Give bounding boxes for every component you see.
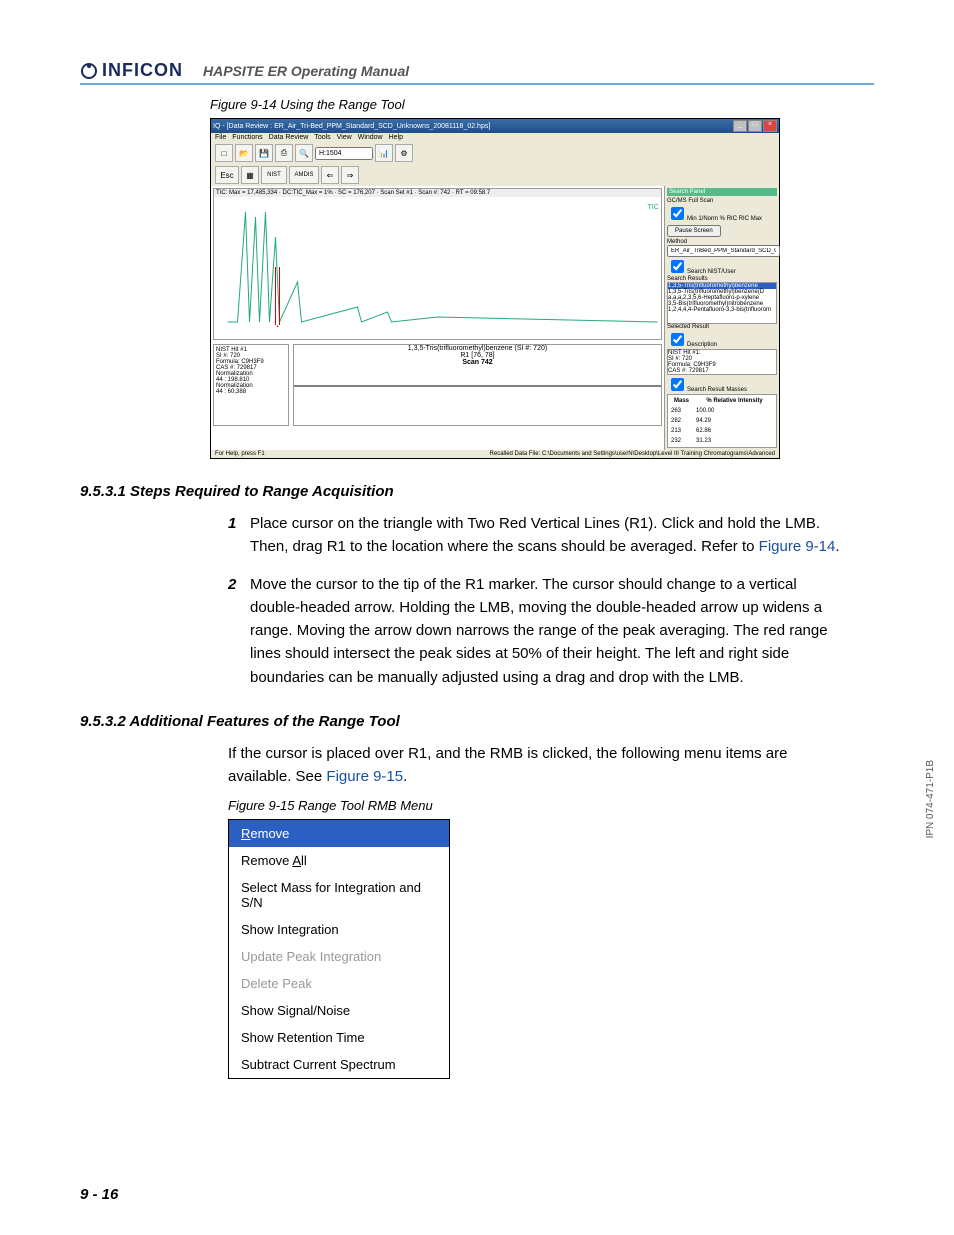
heading-9-5-3-1: 9.5.3.1 Steps Required to Range Acquisit… bbox=[80, 483, 874, 500]
description-box: NIST Hit #1: SI #: 720 Formula: C9H3F9 C… bbox=[667, 349, 777, 375]
rmb-menu: RemoveRemove AllSelect Mass for Integrat… bbox=[228, 819, 450, 1079]
nist-icon[interactable]: NIST bbox=[261, 166, 287, 184]
chart-icon[interactable]: 📊 bbox=[375, 144, 393, 162]
toolbar: □ 📂 💾 ⎙ 🔍 📊 ⚙ bbox=[211, 142, 779, 164]
page-number: 9 - 16 bbox=[80, 1186, 118, 1203]
figure-9-14-caption: Figure 9-14 Using the Range Tool bbox=[210, 97, 874, 112]
esc-icon[interactable]: Esc bbox=[215, 166, 239, 184]
logo-text: INFICON bbox=[102, 60, 183, 81]
menu-help[interactable]: Help bbox=[389, 134, 403, 141]
figure-9-14-link[interactable]: Figure 9-14 bbox=[759, 538, 836, 555]
arrow-right-icon[interactable]: ⇒ bbox=[341, 166, 359, 184]
new-icon[interactable]: □ bbox=[215, 144, 233, 162]
spectrum-info-panel: NIST Hit #1 SI #: 720 Formula: C9H3F9 CA… bbox=[213, 344, 289, 426]
search-panel: Search Panel GC/MS Full Scan Min 1/Norm … bbox=[664, 186, 779, 450]
method-field[interactable] bbox=[667, 245, 780, 257]
menu-data-review[interactable]: Data Review bbox=[269, 134, 309, 141]
toolbar-2: Esc ▦ NIST AMDIS ⇐ ⇒ bbox=[211, 164, 779, 186]
chromatogram-header: TIC: Max = 17,485,334 · DC:TIC_Max = 1% … bbox=[214, 189, 661, 197]
grid-icon[interactable]: ▦ bbox=[241, 166, 259, 184]
rmb-item[interactable]: Show Retention Time bbox=[229, 1024, 449, 1051]
settings-icon[interactable]: ⚙ bbox=[395, 144, 413, 162]
window-title: IQ - [Data Review : ER_Air_Tri-Bed_PPM_S… bbox=[213, 123, 490, 130]
masses-check[interactable] bbox=[671, 378, 684, 391]
minimize-button[interactable]: _ bbox=[733, 120, 747, 132]
heading-9-5-3-2: 9.5.3.2 Additional Features of the Range… bbox=[80, 713, 874, 730]
toolbar-field[interactable] bbox=[315, 147, 373, 160]
close-button[interactable]: × bbox=[763, 120, 777, 132]
zoom-icon[interactable]: 🔍 bbox=[295, 144, 313, 162]
menu-tools[interactable]: Tools bbox=[314, 134, 330, 141]
rmb-item: Delete Peak bbox=[229, 970, 449, 997]
side-label: IPN 074-471-P1B bbox=[925, 760, 936, 838]
rmb-item[interactable]: Remove All bbox=[229, 847, 449, 874]
manual-title: HAPSITE ER Operating Manual bbox=[203, 63, 409, 81]
rmb-item[interactable]: Show Integration bbox=[229, 916, 449, 943]
spectrum-r1: R1 [76, 78] bbox=[294, 352, 661, 359]
rmb-item[interactable]: Remove bbox=[229, 820, 449, 847]
status-right: Recalled Data File: C:\Documents and Set… bbox=[490, 451, 775, 457]
chromatogram-svg: TIC bbox=[214, 197, 661, 327]
rmb-item: Update Peak Integration bbox=[229, 943, 449, 970]
inficon-logo: INFICON bbox=[80, 60, 183, 81]
search-nist-check[interactable] bbox=[671, 260, 684, 273]
menu-functions[interactable]: Functions bbox=[232, 134, 262, 141]
min-norm-check[interactable] bbox=[671, 207, 684, 220]
figure-9-15-link[interactable]: Figure 9-15 bbox=[326, 768, 403, 785]
tic-label: TIC bbox=[648, 204, 659, 211]
step-1: 1 Place cursor on the triangle with Two … bbox=[228, 512, 844, 559]
logo-icon bbox=[80, 62, 98, 80]
maximize-button[interactable]: □ bbox=[748, 120, 762, 132]
spectrum-svg bbox=[294, 366, 661, 406]
figure-9-14-screenshot: IQ - [Data Review : ER_Air_Tri-Bed_PPM_S… bbox=[210, 118, 780, 459]
amdis-icon[interactable]: AMDIS bbox=[289, 166, 319, 184]
para-9-5-3-2: If the cursor is placed over R1, and the… bbox=[228, 742, 844, 789]
menu-file[interactable]: File bbox=[215, 134, 226, 141]
menu-view[interactable]: View bbox=[337, 134, 352, 141]
rmb-item[interactable]: Subtract Current Spectrum bbox=[229, 1051, 449, 1078]
menu-window[interactable]: Window bbox=[358, 134, 383, 141]
status-left: For Help, press F1 bbox=[215, 451, 265, 457]
pause-screen-button[interactable]: Pause Screen bbox=[667, 225, 721, 237]
spectrum-title: 1,3,5-Tris(trifluoromethyl)benzene (SI #… bbox=[294, 345, 661, 352]
menubar: File Functions Data Review Tools View Wi… bbox=[211, 133, 779, 142]
open-icon[interactable]: 📂 bbox=[235, 144, 253, 162]
spectrum-scan: Scan 742 bbox=[294, 359, 661, 366]
chromatogram-plot[interactable]: TIC: Max = 17,485,334 · DC:TIC_Max = 1% … bbox=[213, 188, 662, 340]
r1-marker-icon bbox=[275, 325, 281, 327]
rmb-item[interactable]: Show Signal/Noise bbox=[229, 997, 449, 1024]
search-panel-header: Search Panel bbox=[667, 188, 777, 196]
window-titlebar: IQ - [Data Review : ER_Air_Tri-Bed_PPM_S… bbox=[211, 119, 779, 133]
status-bar: For Help, press F1 Recalled Data File: C… bbox=[211, 450, 779, 458]
step-2: 2 Move the cursor to the tip of the R1 m… bbox=[228, 573, 844, 689]
save-icon[interactable]: 💾 bbox=[255, 144, 273, 162]
description-check[interactable] bbox=[671, 333, 684, 346]
results-list[interactable]: 1,3,5-Tris(trifluoromethyl)benzene 1,3,5… bbox=[667, 282, 777, 324]
page-header: INFICON HAPSITE ER Operating Manual bbox=[80, 60, 874, 85]
spectrum-plot[interactable]: 1,3,5-Tris(trifluoromethyl)benzene (SI #… bbox=[293, 344, 662, 426]
mass-table: Mass% Relative Intensity 263100.00 28294… bbox=[667, 394, 777, 448]
print-icon[interactable]: ⎙ bbox=[275, 144, 293, 162]
rmb-item[interactable]: Select Mass for Integration and S/N bbox=[229, 874, 449, 916]
arrow-left-icon[interactable]: ⇐ bbox=[321, 166, 339, 184]
figure-9-15-caption: Figure 9-15 Range Tool RMB Menu bbox=[228, 798, 874, 813]
